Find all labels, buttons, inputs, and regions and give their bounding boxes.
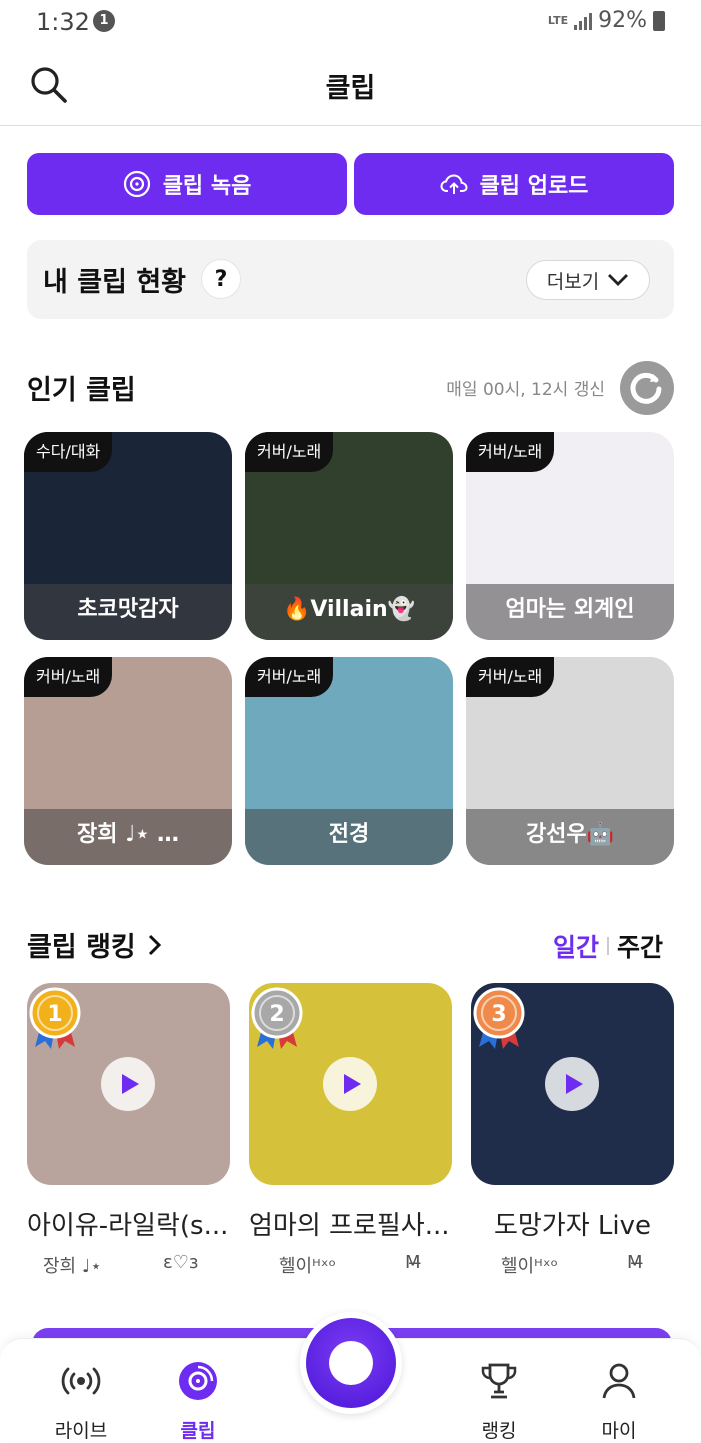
nav-live-label: 라이브 — [54, 1420, 108, 1442]
nav-clip[interactable]: 클립 — [148, 1359, 248, 1443]
popular-clip-card[interactable]: 커버/노래 🔥Villain👻 — [245, 432, 453, 640]
ranking-period-tabs: 일간 주간 — [553, 928, 663, 964]
cloud-upload-icon — [440, 174, 468, 194]
ranking-clip-author: 헬이ᴴˣᵒ — [501, 1256, 559, 1277]
more-button[interactable]: 더보기 — [526, 260, 650, 300]
upload-clip-button[interactable]: 클립 업로드 — [354, 153, 674, 215]
rank-number: 3 — [491, 1002, 506, 1027]
category-tag: 수다/대화 — [24, 432, 113, 472]
popular-clip-card[interactable]: 커버/노래강선우🤖 — [466, 657, 674, 865]
battery-text: 92% — [598, 8, 647, 33]
tab-divider — [606, 937, 609, 955]
refresh-icon — [630, 372, 662, 404]
clip-caption: 전경 — [245, 809, 453, 865]
upload-clip-label: 클립 업로드 — [479, 174, 589, 199]
center-live-button[interactable] — [300, 1312, 402, 1414]
category-tag: 커버/노래 — [245, 657, 334, 697]
my-clip-status-panel: 내 클립 현황 ? 더보기 — [27, 240, 674, 319]
clip-caption: 강선우🤖 — [466, 809, 674, 865]
refresh-note: 매일 00시, 12시 갱신 — [446, 380, 605, 400]
battery-icon — [653, 10, 665, 31]
record-clip-button[interactable]: 클립 녹음 — [27, 153, 347, 215]
rank-number: 2 — [269, 1002, 284, 1027]
status-right: LTE 92% — [548, 8, 665, 33]
more-label: 더보기 — [546, 270, 600, 293]
play-icon[interactable] — [545, 1057, 599, 1111]
clip-ranking-title: 클립 랭킹 — [27, 932, 136, 963]
rank-medal-icon: 2 — [251, 987, 303, 1049]
clip-ranking-link[interactable]: 클립 랭킹 — [27, 925, 162, 964]
broadcast-icon — [61, 1367, 101, 1395]
ranking-clip-title: 도망가자 Live — [493, 1211, 652, 1241]
status-bar: 1:32 1 LTE 92% — [0, 0, 701, 44]
category-tag: 커버/노래 — [24, 657, 113, 697]
network-label: LTE — [547, 13, 569, 27]
ranking-clip-author: 헬이ᴴˣᵒ — [279, 1256, 337, 1277]
refresh-button[interactable] — [620, 361, 674, 415]
page-title: 클립 — [325, 73, 376, 104]
rank-medal-icon: 1 — [29, 987, 81, 1049]
popular-clips-title: 인기 클립 — [27, 375, 136, 406]
tab-weekly[interactable]: 주간 — [617, 928, 663, 964]
popular-clip-card[interactable]: 수다/대화초코맛감자 — [24, 432, 232, 640]
ranking-clip-author-extra: ε♡з — [163, 1252, 199, 1273]
help-button[interactable]: ? — [201, 259, 241, 299]
nav-my[interactable]: 마이 — [569, 1359, 669, 1443]
person-icon — [602, 1363, 636, 1399]
category-tag: 커버/노래 — [466, 432, 555, 472]
clip-caption: 🔥Villain👻 — [245, 584, 453, 640]
nav-my-label: 마이 — [601, 1420, 637, 1442]
notification-badge: 1 — [93, 10, 115, 32]
signal-icon — [574, 12, 593, 30]
chevron-right-icon — [148, 934, 161, 955]
center-button-circle — [306, 1318, 396, 1408]
disc-icon — [123, 170, 150, 198]
ranking-clip-author-extra: M̶ — [405, 1252, 421, 1273]
trophy-icon — [481, 1363, 517, 1399]
rank-medal-icon: 3 — [473, 987, 525, 1049]
clip-disc-icon — [179, 1362, 217, 1400]
nav-ranking-label: 랭킹 — [481, 1420, 517, 1442]
clip-caption: 초코맛감자 — [24, 584, 232, 640]
ranking-clip-author-extra: M̶ — [627, 1252, 643, 1273]
record-clip-label: 클립 녹음 — [162, 174, 252, 199]
category-tag: 커버/노래 — [245, 432, 334, 472]
clip-caption: 장희 ♩⋆ … — [24, 809, 232, 865]
chevron-down-icon — [608, 274, 629, 286]
popular-clip-card[interactable]: 커버/노래엄마는 외계인 — [466, 432, 674, 640]
nav-live[interactable]: 라이브 — [31, 1359, 131, 1443]
tab-daily[interactable]: 일간 — [553, 928, 599, 964]
nav-ranking[interactable]: 랭킹 — [449, 1359, 549, 1443]
nav-clip-label: 클립 — [180, 1420, 216, 1442]
my-clip-status-title: 내 클립 현황 — [43, 267, 186, 298]
popular-clip-card[interactable]: 커버/노래장희 ♩⋆ … — [24, 657, 232, 865]
app-header: 클립 — [0, 44, 701, 126]
rank-number: 1 — [47, 1002, 62, 1027]
popular-clip-card[interactable]: 커버/노래전경 — [245, 657, 453, 865]
play-icon[interactable] — [323, 1057, 377, 1111]
ranking-clip-title: 아이유-라일락(s... — [27, 1211, 229, 1241]
ranking-clip-title: 엄마의 프로필사... — [249, 1211, 450, 1241]
status-time: 1:32 — [36, 8, 90, 36]
category-tag: 커버/노래 — [466, 657, 555, 697]
ranking-clip-author: 장희 ♩⋆ — [43, 1256, 102, 1277]
play-icon[interactable] — [101, 1057, 155, 1111]
center-button-hole — [329, 1341, 373, 1385]
clip-caption: 엄마는 외계인 — [466, 584, 674, 640]
